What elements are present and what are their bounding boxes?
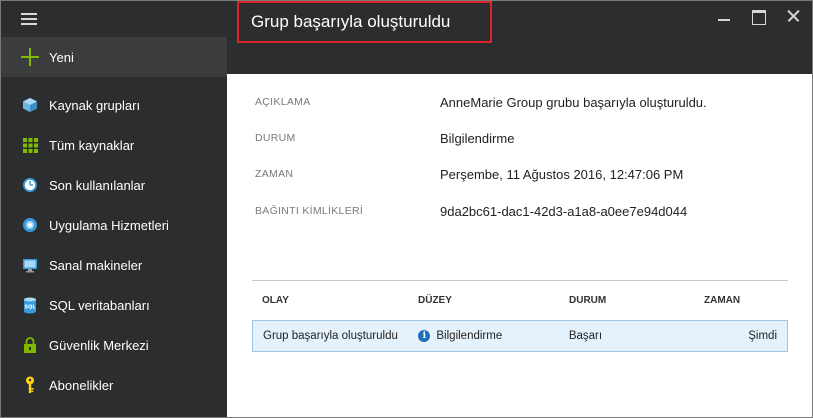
subscription-key-icon [21, 376, 39, 394]
all-resources-icon [21, 136, 39, 154]
detail-value: AnneMarie Group grubu başarıyla oluşturu… [440, 94, 707, 110]
new-label: Yeni [49, 49, 74, 65]
detail-time: ZAMAN Perşembe, 11 Ağustos 2016, 12:47:0… [255, 166, 683, 182]
maximize-icon[interactable] [749, 7, 767, 25]
sidebar-item-label: Son kullanılanlar [49, 177, 146, 193]
detail-status: DURUM Bilgilendirme [255, 130, 514, 146]
plus-icon [21, 48, 39, 66]
column-header-status[interactable]: DURUM [569, 295, 704, 306]
sidebar-item-label: SQL veritabanları [49, 297, 150, 313]
sidebar: Yeni Kaynak grupları Tüm kaynaklar Son k… [1, 1, 227, 417]
sidebar-item-label: Abonelikler [49, 377, 114, 393]
sidebar-item-label: Uygulama Hizmetleri [49, 217, 169, 233]
sidebar-item-all-resources[interactable]: Tüm kaynaklar [1, 125, 227, 165]
cell-level-text: Bilgilendirme [436, 330, 503, 342]
sidebar-nav: Kaynak grupları Tüm kaynaklar Son kullan… [1, 85, 227, 405]
svg-text:SQL: SQL [24, 304, 36, 310]
hamburger-menu-icon[interactable] [21, 13, 37, 25]
sidebar-item-sql-databases[interactable]: SQL SQL veritabanları [1, 285, 227, 325]
sidebar-item-subscriptions[interactable]: Abonelikler [1, 365, 227, 405]
detail-key: ZAMAN [255, 168, 294, 180]
sidebar-item-label: Kaynak grupları [49, 97, 141, 113]
sidebar-item-label: Güvenlik Merkezi [49, 337, 149, 353]
column-header-event[interactable]: OLAY [252, 295, 418, 306]
cell-time: Şimdi [748, 330, 778, 342]
column-header-time[interactable]: ZAMAN [704, 295, 788, 306]
info-icon: i [418, 330, 431, 342]
sidebar-item-label: Tüm kaynaklar [49, 137, 135, 153]
app-services-icon [21, 216, 39, 234]
sidebar-item-resource-groups[interactable]: Kaynak grupları [1, 85, 227, 125]
column-header-level[interactable]: DÜZEY [418, 295, 569, 306]
events-table: OLAY DÜZEY DURUM ZAMAN Grup başarıyla ol… [252, 280, 788, 352]
table-header: OLAY DÜZEY DURUM ZAMAN [252, 280, 788, 320]
detail-value: 9da2bc61-dac1-42d3-a1a8-a0ee7e94d044 [440, 203, 688, 219]
sidebar-item-virtual-machines[interactable]: Sanal makineler [1, 245, 227, 285]
detail-value: Perşembe, 11 Ağustos 2016, 12:47:06 PM [440, 166, 684, 182]
virtual-machine-icon [21, 256, 39, 274]
sidebar-item-app-services[interactable]: Uygulama Hizmetleri [1, 205, 227, 245]
detail-correlation-ids: BAĞINTI KİMLİKLERİ 9da2bc61-dac1-42d3-a1… [255, 203, 687, 219]
sidebar-item-label: Sanal makineler [49, 257, 143, 273]
cell-level: i Bilgilendirme [418, 330, 568, 342]
detail-description: AÇIKLAMA AnneMarie Group grubu başarıyla… [255, 94, 707, 110]
title-highlight-box: Grup başarıyla oluşturuldu [237, 1, 492, 43]
security-lock-icon [21, 336, 39, 354]
recent-clock-icon [21, 176, 39, 194]
page-title: Grup başarıyla oluşturuldu [251, 12, 451, 31]
detail-key: BAĞINTI KİMLİKLERİ [255, 205, 364, 217]
minimize-icon[interactable] [715, 7, 733, 25]
new-button[interactable]: Yeni [1, 37, 227, 77]
detail-key: DURUM [255, 132, 296, 144]
sql-database-icon: SQL [21, 296, 39, 314]
close-icon[interactable] [785, 7, 803, 25]
cell-event: Grup başarıyla oluşturuldu [263, 330, 398, 342]
resource-groups-icon [21, 96, 39, 114]
sidebar-item-recent[interactable]: Son kullanılanlar [1, 165, 227, 205]
cell-status: Başarı [568, 330, 603, 342]
detail-key: AÇIKLAMA [255, 96, 311, 108]
blade-header: Grup başarıyla oluşturuldu [227, 1, 812, 74]
detail-value: Bilgilendirme [440, 130, 515, 146]
table-row[interactable]: Grup başarıyla oluşturuldu i Bilgilendir… [252, 320, 788, 352]
sidebar-item-security-center[interactable]: Güvenlik Merkezi [1, 325, 227, 365]
